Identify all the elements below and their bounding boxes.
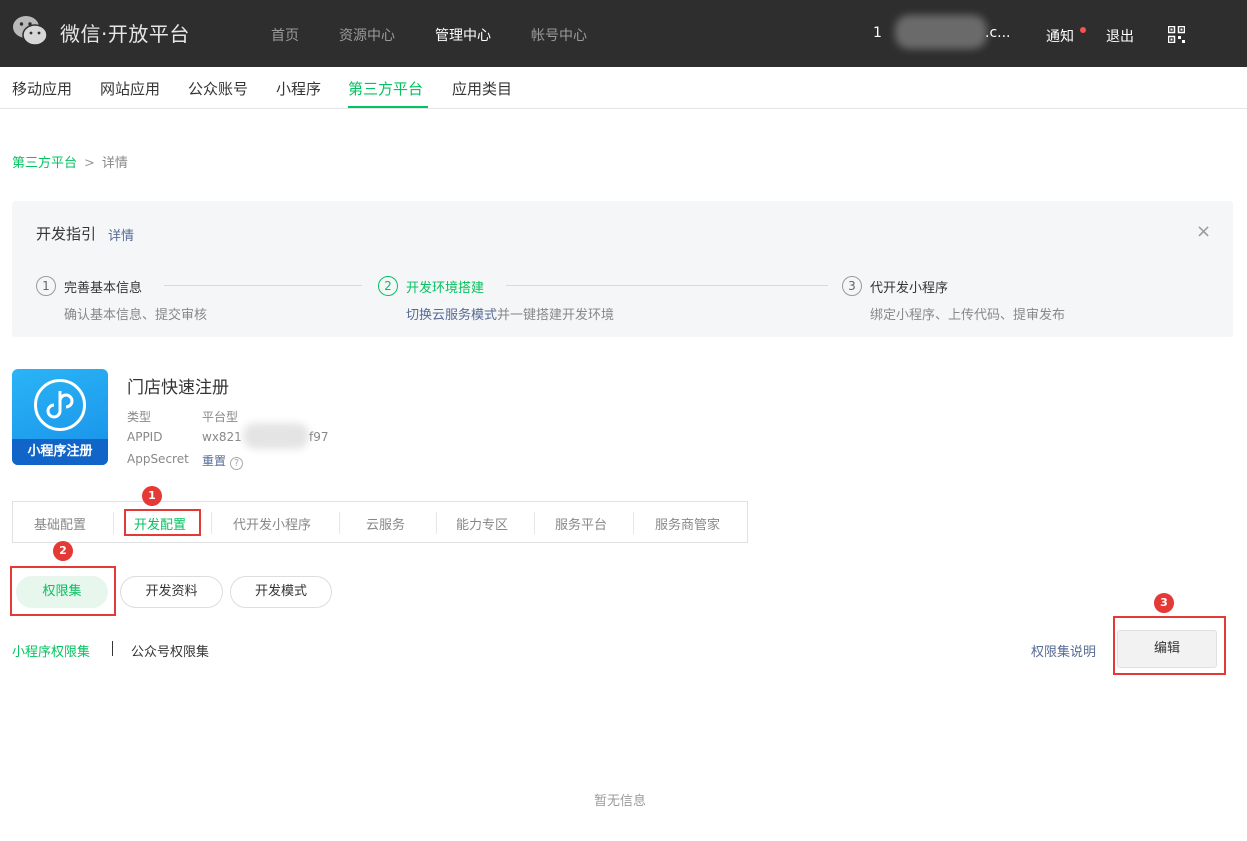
nav-account[interactable]: 帐号中心 xyxy=(531,25,587,45)
subnav-mini-programs[interactable]: 小程序 xyxy=(276,78,321,99)
top-bar: 微信·开放平台 首页 资源中心 管理中心 帐号中心 1 .c... 通知 退出 xyxy=(0,0,1247,67)
guide-detail-link[interactable]: 详情 xyxy=(108,225,134,244)
step-3-title: 代开发小程序 xyxy=(870,281,949,296)
subnav-active-underline xyxy=(348,106,428,108)
step-2-title: 开发环境搭建 xyxy=(406,281,485,296)
tab-divider xyxy=(339,512,340,534)
step-3-desc: 绑定小程序、上传代码、提审发布 xyxy=(870,308,1066,323)
app-name: 门店快速注册 xyxy=(127,378,229,398)
step-connector xyxy=(506,285,828,286)
reset-secret-link[interactable]: 重置 xyxy=(202,454,226,468)
appid-suffix: f97 xyxy=(309,430,329,444)
mini-program-permission-link[interactable]: 小程序权限集 xyxy=(12,641,90,660)
logout-link[interactable]: 退出 xyxy=(1106,26,1134,46)
annotation-box-2 xyxy=(10,566,116,616)
app-icon-label: 小程序注册 xyxy=(12,439,108,465)
config-tabs: 基础配置 开发配置 代开发小程序 云服务 能力专区 服务平台 服务商管家 xyxy=(12,501,748,543)
subnav-web-apps[interactable]: 网站应用 xyxy=(100,78,160,99)
tab-divider xyxy=(436,512,437,534)
subnav-third-party[interactable]: 第三方平台 xyxy=(348,78,423,99)
permission-help-link[interactable]: 权限集说明 xyxy=(1031,641,1096,660)
close-icon[interactable]: × xyxy=(1196,221,1211,242)
tab-proxy-dev[interactable]: 代开发小程序 xyxy=(233,514,311,533)
nav-home[interactable]: 首页 xyxy=(271,25,299,45)
tab-capabilities[interactable]: 能力专区 xyxy=(456,514,508,533)
switch-cloud-mode-link[interactable]: 切换云服务模式 xyxy=(406,308,497,323)
step-2-desc-text: 并一键搭建开发环境 xyxy=(497,308,615,323)
help-icon[interactable]: ? xyxy=(230,457,244,470)
nav-management[interactable]: 管理中心 xyxy=(435,25,491,45)
step-connector xyxy=(164,285,362,286)
dev-guide-panel: 开发指引 详情 × 1 完善基本信息 确认基本信息、提交审核 2 开发环境搭建 … xyxy=(12,201,1233,337)
user-name-suffix[interactable]: .c... xyxy=(985,25,1011,41)
sub-nav: 移动应用 网站应用 公众账号 小程序 第三方平台 应用类目 xyxy=(0,67,1247,109)
step-1-number: 1 xyxy=(36,276,56,296)
annotation-badge-1: 1 xyxy=(142,486,162,506)
type-value: 平台型 xyxy=(202,410,239,424)
pill-dev-docs[interactable]: 开发资料 xyxy=(120,576,223,608)
annotation-badge-2: 2 xyxy=(53,541,73,561)
tab-divider xyxy=(211,512,212,534)
step-1-title: 完善基本信息 xyxy=(64,281,143,296)
tab-service-platform[interactable]: 服务平台 xyxy=(555,514,607,533)
appsecret-row: 重置? xyxy=(202,452,244,470)
subnav-official-accounts[interactable]: 公众账号 xyxy=(188,78,248,99)
annotation-box-3 xyxy=(1113,616,1226,675)
qr-code-icon[interactable] xyxy=(1168,26,1185,43)
breadcrumb: 第三方平台 > 详情 xyxy=(12,152,128,171)
tab-divider xyxy=(534,512,535,534)
breadcrumb-parent[interactable]: 第三方平台 xyxy=(12,156,77,171)
tab-divider xyxy=(633,512,634,534)
subnav-mobile-apps[interactable]: 移动应用 xyxy=(12,78,72,99)
type-label: 类型 xyxy=(127,410,152,424)
appid-redaction xyxy=(243,423,309,449)
notify-dot xyxy=(1080,27,1086,33)
app-icon: 小程序注册 xyxy=(12,369,108,465)
nav-resources[interactable]: 资源中心 xyxy=(339,25,395,45)
appid-label: APPID xyxy=(127,430,163,444)
appid-prefix: wx821 xyxy=(202,430,242,444)
notify-link[interactable]: 通知 xyxy=(1046,26,1074,46)
pill-dev-mode[interactable]: 开发模式 xyxy=(230,576,332,608)
empty-state-text: 暂无信息 xyxy=(594,794,647,809)
appsecret-label: AppSecret xyxy=(127,452,189,466)
permission-divider xyxy=(112,641,113,656)
wechat-logo-icon[interactable] xyxy=(12,14,48,48)
annotation-badge-3: 3 xyxy=(1154,593,1174,613)
tab-basic-config[interactable]: 基础配置 xyxy=(34,514,86,533)
step-1-desc: 确认基本信息、提交审核 xyxy=(64,308,208,323)
user-name-redaction xyxy=(895,15,987,49)
tab-cloud-service[interactable]: 云服务 xyxy=(366,514,405,533)
breadcrumb-current: 详情 xyxy=(101,156,128,171)
link-glyph-icon xyxy=(46,391,74,419)
step-2-desc: 切换云服务模式并一键搭建开发环境 xyxy=(406,304,614,323)
step-2-number: 2 xyxy=(378,276,398,296)
subnav-app-categories[interactable]: 应用类目 xyxy=(452,78,512,99)
annotation-box-1 xyxy=(124,509,201,536)
step-3-number: 3 xyxy=(842,276,862,296)
breadcrumb-chevron-icon: > xyxy=(84,156,95,171)
tab-divider xyxy=(113,512,114,534)
tab-service-manager[interactable]: 服务商管家 xyxy=(655,514,720,533)
official-account-permission-link[interactable]: 公众号权限集 xyxy=(131,641,209,660)
user-name-prefix[interactable]: 1 xyxy=(873,25,882,41)
guide-title: 开发指引 xyxy=(36,225,97,243)
brand-title[interactable]: 微信·开放平台 xyxy=(60,18,190,47)
